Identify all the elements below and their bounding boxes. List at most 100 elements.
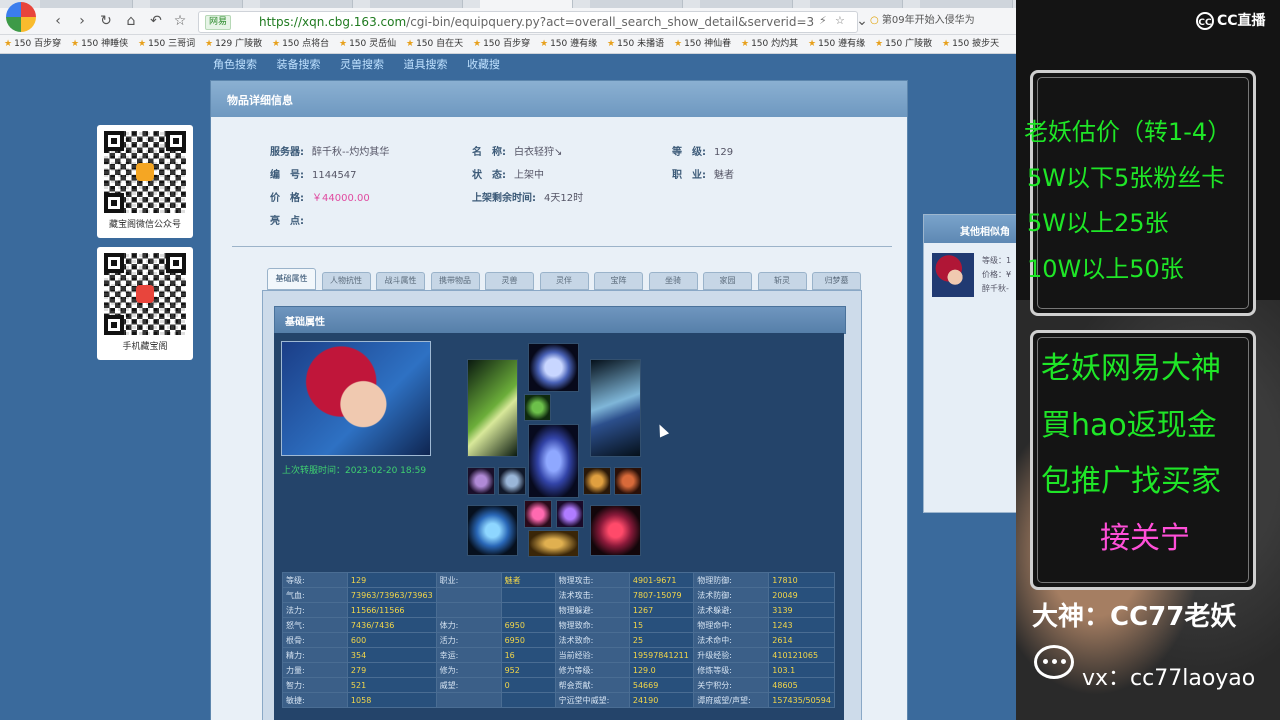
character-portrait (281, 341, 431, 456)
tab-8[interactable]: 家园 (703, 272, 752, 290)
bookmark-item[interactable]: ★ 150 灼灼其 (737, 35, 804, 53)
bookmark-item[interactable]: ★ 150 广陵散 (871, 35, 938, 53)
stat-value: 952 (500, 662, 556, 678)
stat-label: 幸运: (435, 647, 502, 663)
equip-slot-gem-1[interactable] (467, 467, 495, 495)
reload-icon[interactable]: ↻ (96, 11, 116, 31)
bookmark-star-icon[interactable]: ☆ (170, 11, 190, 31)
browser-toolbar: ‹ › ↻ ⌂ ↶ ☆ 网易 https://xqn.cbg.163.com/c… (0, 2, 1016, 35)
bookmark-item[interactable]: ★ 150 神仙眷 (670, 35, 737, 53)
bookmark-star-icon: ★ (741, 39, 750, 49)
stat-value: 410121065 (768, 647, 835, 663)
browser-tab[interactable] (590, 0, 683, 8)
tab-5[interactable]: 灵伴 (539, 272, 589, 290)
bookmark-item[interactable]: ★ 150 未播语 (603, 35, 670, 53)
similar-role-thumbnail[interactable] (932, 253, 974, 297)
bookmark-item[interactable]: ★ 150 自在天 (402, 35, 469, 53)
bookmark-star-icon: ★ (71, 39, 80, 49)
stat-label: 法术攻击: (554, 587, 630, 603)
equip-slot-offhand[interactable] (590, 359, 641, 457)
bookmark-item[interactable]: ★ 150 百步穿 (469, 35, 536, 53)
stat-label: 智力: (282, 677, 348, 693)
equip-slot-gem-3[interactable] (583, 467, 611, 495)
news-ticker[interactable]: ○ 第09年开始入侵华为 (870, 11, 1010, 26)
level-field: 等 级: 129 (672, 147, 734, 158)
bookmark-label: 150 遵有缘 (818, 39, 866, 49)
equip-slot-ring-1[interactable] (524, 500, 552, 528)
similar-role-server[interactable]: 醉千秋- (982, 283, 1016, 294)
tab-1[interactable]: 人物抗性 (321, 272, 371, 290)
bookmark-item[interactable]: ★ 150 遵有缘 (536, 35, 603, 53)
stat-value: 103.1 (768, 662, 835, 678)
stat-value: 279 (346, 662, 437, 678)
nav-favorite-search[interactable]: 收藏搜 (467, 56, 500, 72)
tab-3[interactable]: 携带物品 (430, 272, 480, 290)
stat-label: 修为等级: (554, 662, 630, 678)
bookmark-item[interactable]: ★ 150 三哥词 (134, 35, 201, 53)
equip-slot-weapon[interactable] (467, 359, 518, 457)
equip-slot-boots[interactable] (467, 505, 518, 556)
tab-6[interactable]: 宝阵 (594, 272, 643, 290)
secure-badge: 网易 (205, 15, 232, 30)
nav-item-search[interactable]: 道具搜索 (404, 56, 448, 72)
browser-tab[interactable] (700, 0, 793, 8)
nav-pet-search[interactable]: 灵兽搜索 (340, 56, 384, 72)
stat-value: 20049 (768, 587, 835, 603)
bookmark-item[interactable]: ★ 129 广陵散 (201, 35, 268, 53)
stat-label: 修为: (435, 662, 502, 678)
stat-value: 521 (346, 677, 437, 693)
nav-role-search[interactable]: 角色搜索 (213, 56, 257, 72)
browser-tab[interactable] (40, 0, 133, 8)
bookmark-item[interactable]: ★ 150 遵有缘 (804, 35, 871, 53)
overlay-line-8: 接关宁 (1100, 521, 1190, 556)
chevron-down-icon[interactable]: ⌄ (852, 11, 872, 31)
address-bar[interactable]: 网易 https://xqn.cbg.163.com/cgi-bin/equip… (198, 11, 858, 33)
forward-icon[interactable]: › (72, 11, 92, 31)
back-icon[interactable]: ‹ (48, 11, 68, 31)
equip-slot-necklace[interactable] (524, 394, 551, 421)
bookmark-label: 150 点将台 (282, 39, 330, 49)
stat-value: 2614 (768, 632, 835, 648)
bookmark-item[interactable]: ★ 150 灵岳仙 (335, 35, 402, 53)
tab-10[interactable]: 归梦墓 (812, 272, 861, 290)
equip-slot-helmet[interactable] (528, 343, 579, 392)
bookmark-item[interactable]: ★ 150 神睡侠 (67, 35, 134, 53)
stat-value: 7807-15079 (628, 587, 695, 603)
browser-tab[interactable] (810, 0, 903, 8)
undo-icon[interactable]: ↶ (146, 11, 166, 31)
browser-tab[interactable] (150, 0, 243, 8)
equip-slot-armor[interactable] (528, 424, 579, 498)
equip-slot-belt[interactable] (528, 530, 579, 557)
tab-9[interactable]: 斩灵 (757, 272, 807, 290)
url-text[interactable]: https://xqn.cbg.163.com/cgi-bin/equipque… (259, 15, 815, 29)
tab-7[interactable]: 坐骑 (648, 272, 698, 290)
bookmark-item[interactable]: ★ 150 百步穿 (0, 35, 67, 53)
lightning-icon[interactable]: ⚡ (819, 14, 827, 27)
stat-label: 活力: (435, 632, 502, 648)
bookmark-star-icon: ★ (205, 39, 214, 49)
tab-0[interactable]: 基础属性 (267, 268, 316, 290)
browser-tab[interactable] (370, 0, 463, 8)
nav-equip-search[interactable]: 装备搜索 (277, 56, 321, 72)
browser-tab[interactable] (920, 0, 1013, 8)
stat-label: 法力: (282, 602, 348, 618)
favorite-icon[interactable]: ☆ (835, 14, 845, 27)
stat-label: 体力: (435, 617, 502, 633)
browser-tab-active[interactable] (480, 0, 573, 8)
equip-slot-gem-2[interactable] (498, 467, 526, 495)
mobile-qr-card[interactable]: 手机藏宝阁 (97, 247, 193, 360)
home-icon[interactable]: ⌂ (121, 11, 141, 31)
stats-table: 等级: 129 职业: 魅者 物理攻击: 4901-9671 物理防御: 17810 气血: 73… (282, 572, 835, 708)
wechat-qr-card[interactable]: 藏宝阁微信公众号 (97, 125, 193, 238)
equip-slot-gem-4[interactable] (614, 467, 642, 495)
bookmark-item[interactable]: ★ 150 点将台 (268, 35, 335, 53)
equip-slot-gloves[interactable] (590, 505, 641, 556)
equip-slot-ring-2[interactable] (556, 500, 584, 528)
cc-logo-icon: CC (1196, 12, 1214, 30)
browser-tab[interactable] (260, 0, 353, 8)
qr-caption: 手机藏宝阁 (122, 342, 168, 352)
server-transfer-time: 上次转服时间：2023-02-20 18:59 (282, 466, 427, 476)
bookmark-item[interactable]: ★ 150 披步天 (938, 35, 1005, 53)
tab-4[interactable]: 灵兽 (485, 272, 534, 290)
tab-2[interactable]: 战斗属性 (376, 272, 425, 290)
